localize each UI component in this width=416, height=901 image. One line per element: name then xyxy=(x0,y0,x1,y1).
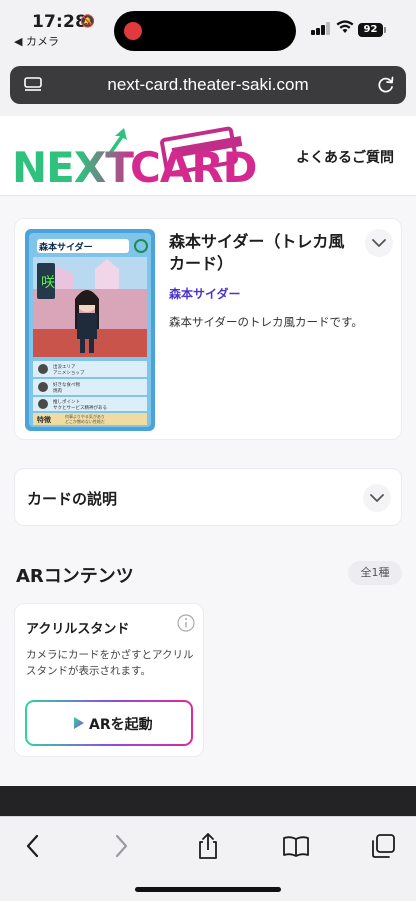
faq-link[interactable]: よくあるご質問 xyxy=(296,147,394,167)
svg-text:推しポイント: 推しポイント xyxy=(53,398,80,405)
svg-text:アニメショップ: アニメショップ xyxy=(53,370,85,376)
card-name-label: 森本サイダー xyxy=(39,241,93,253)
svg-text:焼肉: 焼肉 xyxy=(53,387,62,394)
trading-card-image[interactable]: 森本サイダー 咲 出没エリア アニメショップ 好きな食べ物 焼肉 推しポイント … xyxy=(25,229,155,431)
svg-text:サクとサービス精神がある: サクとサービス精神がある xyxy=(53,404,107,411)
play-icon xyxy=(74,717,84,729)
battery-icon: 92 xyxy=(358,23,383,37)
card-title: 森本サイダー（トレカ風カード） xyxy=(169,232,345,273)
card-author-link[interactable]: 森本サイダー xyxy=(169,285,241,302)
svg-text:出没エリア: 出没エリア xyxy=(53,363,76,370)
wifi-icon xyxy=(336,20,354,33)
svg-text:NEXT: NEXT xyxy=(12,143,134,190)
reload-icon[interactable] xyxy=(376,75,396,95)
ar-item-title: アクリルスタンド xyxy=(26,622,130,637)
svg-text:好きな食べ物: 好きな食べ物 xyxy=(53,381,80,388)
site-header: NEXT CARD よくあるご質問 xyxy=(0,116,416,196)
card-description-accordion[interactable]: カードの説明 xyxy=(14,468,402,526)
launch-ar-button[interactable]: ARを起動 xyxy=(25,700,193,746)
status-time: 17:28 xyxy=(32,12,88,32)
home-indicator xyxy=(135,887,281,892)
launch-ar-label: ARを起動 xyxy=(89,717,153,733)
cellular-signal-icon xyxy=(311,21,331,35)
dynamic-island xyxy=(114,11,296,51)
card-expand-button[interactable] xyxy=(365,229,393,257)
info-icon[interactable] xyxy=(177,614,195,632)
ar-section-title: ARコンテンツ xyxy=(16,566,134,587)
accordion-toggle[interactable] xyxy=(363,484,391,512)
share-icon[interactable] xyxy=(193,831,223,861)
recording-indicator-icon xyxy=(124,22,142,40)
bell-off-icon: 🔕 xyxy=(80,14,95,28)
back-to-app-link[interactable]: ◀ カメラ xyxy=(14,33,59,49)
back-icon[interactable] xyxy=(18,831,48,861)
ar-count-badge: 全1種 xyxy=(348,561,402,585)
browser-url-area: next-card.theater-saki.com xyxy=(0,58,416,116)
svg-text:特徴: 特徴 xyxy=(37,415,52,424)
card-description: 森本サイダーのトレカ風カードです。 xyxy=(169,315,363,329)
site-footer xyxy=(0,786,416,816)
ar-item-description: カメラにカードをかざすとアクリルスタンドが表示されます。 xyxy=(26,649,194,677)
url-text: next-card.theater-saki.com xyxy=(107,75,309,94)
bookmarks-icon[interactable] xyxy=(281,831,311,861)
battery-tip xyxy=(384,27,386,33)
svg-text:咲: 咲 xyxy=(41,275,55,291)
forward-icon[interactable] xyxy=(106,831,136,861)
svg-text:どこか憎めない性格だ: どこか憎めない性格だ xyxy=(65,418,105,424)
chevron-down-icon xyxy=(372,239,386,247)
browser-toolbar xyxy=(0,816,416,901)
chevron-down-icon xyxy=(370,494,384,502)
accordion-label: カードの説明 xyxy=(27,490,118,508)
nextcard-logo[interactable]: NEXT CARD xyxy=(12,126,268,190)
svg-text:CARD: CARD xyxy=(130,143,257,190)
card-detail-panel: 森本サイダー 咲 出没エリア アニメショップ 好きな食べ物 焼肉 推しポイント … xyxy=(14,218,402,440)
address-bar[interactable]: next-card.theater-saki.com xyxy=(10,66,406,104)
tabs-icon[interactable] xyxy=(368,831,398,861)
ar-content-card: アクリルスタンド カメラにカードをかざすとアクリルスタンドが表示されます。 AR… xyxy=(14,603,204,757)
status-bar: 17:28 🔕 ◀ カメラ 92 xyxy=(0,0,416,58)
